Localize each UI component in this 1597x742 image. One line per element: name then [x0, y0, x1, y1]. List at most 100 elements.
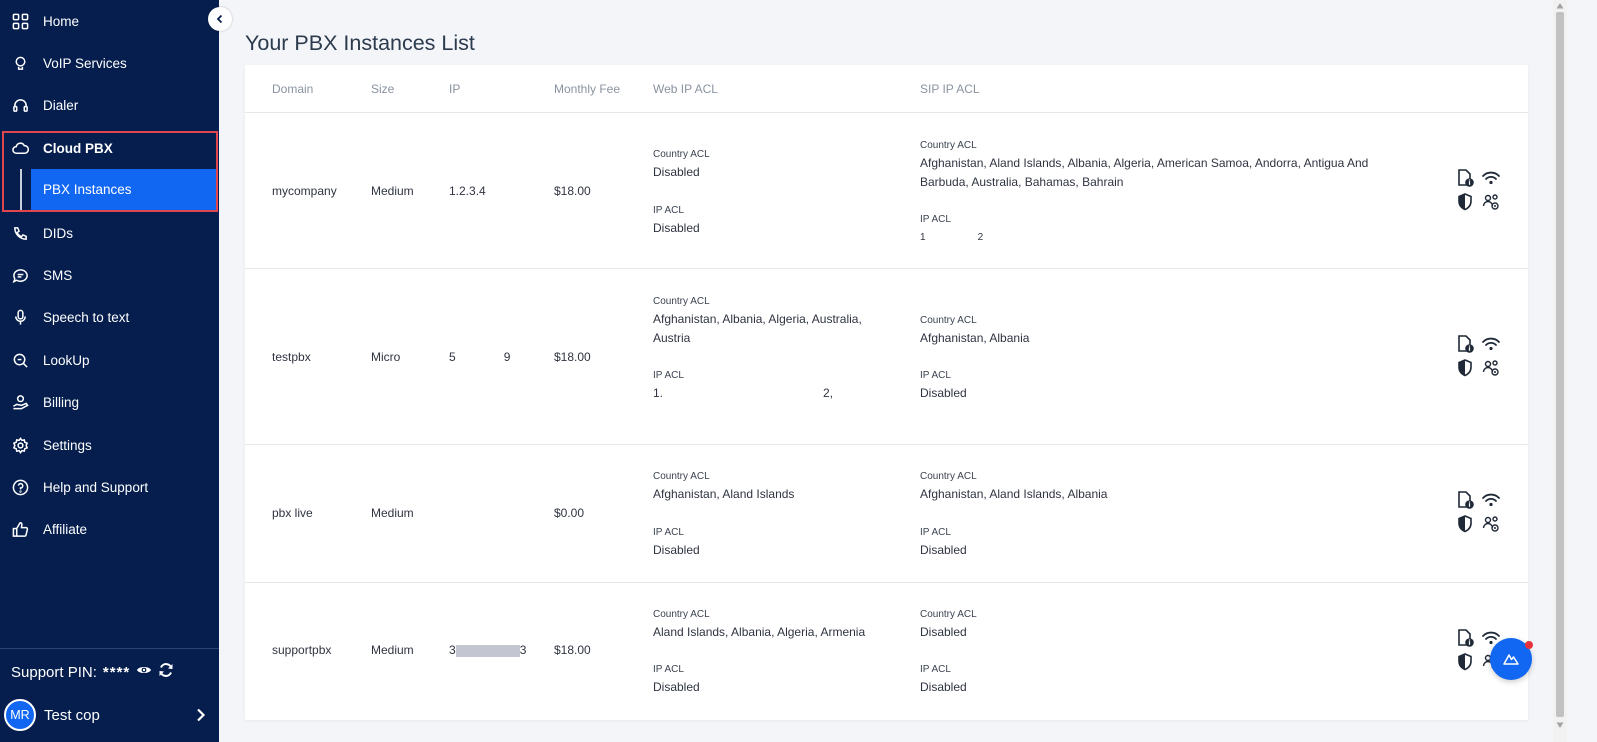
shield-icon[interactable] [1455, 652, 1475, 672]
scroll-down-arrow[interactable] [1556, 721, 1564, 729]
ip-acl-label: IP ACL [653, 370, 684, 381]
document-info-icon[interactable] [1455, 334, 1475, 354]
ip-acl-label: IP ACL [920, 214, 951, 225]
wifi-icon[interactable] [1481, 490, 1501, 510]
redaction-block [455, 644, 520, 657]
wifi-icon[interactable] [1481, 168, 1501, 188]
redacted-ip-start: 1. [653, 386, 664, 400]
country-acl-label: Country ACL [653, 471, 710, 482]
scroll-up-arrow[interactable] [1556, 2, 1564, 10]
web-country-acl: Country ACL Afghanistan, Aland Islands [653, 471, 794, 504]
sidebar-item-help-and-support[interactable]: Help and Support [0, 466, 219, 508]
column-header-sip-ip-acl: SIP IP ACL [920, 82, 980, 96]
web-country-acl-value: Afghanistan, Aland Islands [653, 487, 795, 501]
sidebar-item-label: Speech to text [43, 310, 130, 326]
web-ip-acl-value: Disabled [653, 680, 700, 694]
user-profile[interactable]: MR Test cop [4, 699, 216, 731]
ip-acl-label: IP ACL [653, 664, 684, 675]
sidebar: Home VoIP Services Dialer Cloud PBX DIDs… [0, 0, 219, 742]
country-acl-label: Country ACL [920, 609, 977, 620]
sip-ip-acl: IP ACL Disabled [920, 370, 967, 403]
sidebar-subitem-pbx-instances[interactable]: PBX Instances [31, 169, 216, 210]
sidebar-item-label: Help and Support [43, 479, 149, 495]
size-cell: Medium [371, 184, 414, 198]
redacted-ip-end: 9 [503, 350, 511, 364]
support-pin-label: Support PIN: [11, 663, 97, 681]
document-info-icon[interactable] [1455, 628, 1475, 648]
chevron-left-icon [216, 14, 223, 24]
phone-icon [11, 224, 29, 242]
sidebar-item-label: Billing [43, 395, 80, 411]
country-acl-label: Country ACL [920, 315, 977, 326]
users-settings-icon[interactable] [1481, 192, 1501, 212]
wifi-icon[interactable] [1481, 334, 1501, 354]
web-ip-acl: IP ACL Disabled [653, 527, 700, 560]
fee-cell: $18.00 [554, 643, 591, 657]
scroll-thumb[interactable] [1556, 12, 1564, 717]
country-acl-label: Country ACL [920, 140, 977, 151]
sip-ip-acl-value: Disabled [920, 386, 967, 400]
users-settings-icon[interactable] [1481, 358, 1501, 378]
sidebar-item-sms[interactable]: SMS [0, 254, 219, 296]
eye-icon[interactable] [130, 662, 152, 682]
sip-country-acl: Country ACL Afghanistan, Aland Islands, … [920, 140, 1420, 192]
sidebar-item-settings[interactable]: Settings [0, 424, 219, 466]
microphone-icon [11, 309, 29, 327]
ip-acl-label: IP ACL [920, 527, 951, 538]
lightbulb-icon [11, 55, 29, 73]
sidebar-item-speech-to-text[interactable]: Speech to text [0, 297, 219, 339]
sidebar-item-home[interactable]: Home [0, 0, 219, 42]
domain-cell: supportpbx [272, 643, 332, 657]
sidebar-item-voip-services[interactable]: VoIP Services [0, 42, 219, 84]
row-actions [1455, 168, 1505, 216]
support-pin-value: **** [102, 663, 131, 681]
ip-acl-label: IP ACL [653, 527, 684, 538]
domain-cell: testpbx [272, 350, 311, 364]
ip-acl-label: IP ACL [920, 664, 951, 675]
shield-icon[interactable] [1455, 358, 1475, 378]
sidebar-item-dids[interactable]: DIDs [0, 212, 219, 254]
users-settings-icon[interactable] [1481, 514, 1501, 534]
table-header: Domain Size IP Monthly Fee Web IP ACL SI… [245, 65, 1528, 113]
domain-cell: mycompany [272, 184, 337, 198]
web-ip-acl-value: Disabled [653, 221, 700, 235]
page-title: Your PBX Instances List [245, 31, 475, 55]
sidebar-item-billing[interactable]: Billing [0, 382, 219, 424]
column-header-monthly-fee: Monthly Fee [554, 82, 621, 96]
sidebar-footer: Support PIN: **** MR Test cop [0, 648, 219, 742]
sip-country-acl: Country ACL Afghanistan, Albania [920, 315, 1029, 348]
sidebar-item-affiliate[interactable]: Affiliate [0, 509, 219, 551]
redacted-ip-end: 2 [977, 232, 984, 243]
country-acl-label: Country ACL [653, 149, 710, 160]
sidebar-item-dialer[interactable]: Dialer [0, 85, 219, 127]
shield-icon[interactable] [1455, 192, 1475, 212]
grid-icon [11, 12, 29, 30]
size-cell: Medium [371, 506, 414, 520]
sip-ip-acl: IP ACL Disabled [920, 664, 967, 697]
sidebar-item-label: LookUp [43, 352, 90, 368]
web-ip-acl: IP ACL Disabled [653, 664, 700, 697]
column-header-web-ip-acl: Web IP ACL [653, 82, 718, 96]
support-pin: Support PIN: **** [11, 662, 174, 682]
refresh-icon[interactable] [152, 662, 174, 682]
column-header-domain: Domain [272, 82, 314, 96]
web-ip-acl: IP ACL 1. 2, [653, 370, 833, 403]
user-name: Test cop [44, 706, 100, 724]
sip-ip-acl-value: Disabled [920, 680, 967, 694]
sip-ip-acl: IP ACL Disabled [920, 527, 967, 560]
document-info-icon[interactable] [1455, 490, 1475, 510]
sidebar-item-lookup[interactable]: LookUp [0, 339, 219, 381]
shield-icon[interactable] [1455, 514, 1475, 534]
redaction-block [663, 387, 824, 400]
avatar: MR [4, 699, 36, 731]
sidebar-collapse-button[interactable] [208, 7, 232, 31]
row-actions [1455, 490, 1505, 538]
page-scrollbar[interactable] [1553, 0, 1567, 742]
sidebar-nav: Home VoIP Services Dialer Cloud PBX DIDs… [0, 0, 219, 551]
document-info-icon[interactable] [1455, 168, 1475, 188]
sidebar-item-label: SMS [43, 268, 73, 284]
web-country-acl: Country ACL Disabled [653, 149, 710, 182]
country-acl-label: Country ACL [920, 471, 977, 482]
redacted-ip-end: 3 [519, 643, 527, 657]
sidebar-item-label: Affiliate [43, 522, 88, 538]
